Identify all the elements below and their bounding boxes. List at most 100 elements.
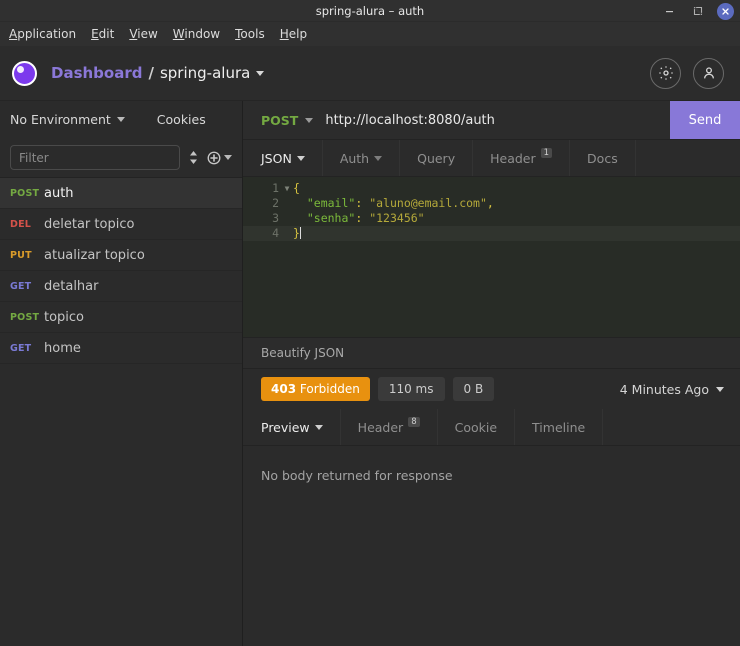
menu-edit-mnemonic: E (91, 27, 99, 41)
breadcrumb-project-name[interactable]: spring-alura (160, 64, 250, 82)
add-request-button[interactable] (207, 151, 232, 165)
request-tabstrip: JSON Auth Query Header 1 Docs (243, 140, 740, 177)
request-item-atualizar-topico[interactable]: PUT atualizar topico (0, 240, 242, 271)
tab-label: Preview (261, 419, 310, 435)
status-badge[interactable]: 403 Forbidden (261, 377, 370, 401)
menu-help[interactable]: Help (273, 24, 314, 44)
tab-query[interactable]: Query (400, 140, 474, 176)
code-text: } (293, 226, 301, 240)
menu-application-rest: pplication (17, 27, 77, 41)
request-item-topico[interactable]: POST topico (0, 302, 242, 333)
tab-header[interactable]: Header 1 (473, 140, 571, 176)
tab-auth[interactable]: Auth (323, 140, 401, 176)
response-body: No body returned for response (243, 446, 740, 646)
workspace: No Environment Cookies Filter POST auth … (0, 101, 740, 646)
chevron-down-icon (716, 386, 724, 392)
response-empty-message: No body returned for response (261, 468, 453, 483)
method-selector[interactable]: POST (243, 101, 325, 139)
chevron-down-icon (314, 424, 323, 430)
code-line: 2 "email": "aluno@email.com", (243, 196, 740, 211)
request-name: topico (44, 309, 85, 325)
menu-window-mnemonic: W (172, 27, 185, 41)
line-number: 3 (272, 211, 279, 225)
response-time[interactable]: 110 ms (377, 377, 445, 401)
menu-window[interactable]: Window (166, 24, 227, 44)
tab-response-header[interactable]: Header 8 (341, 409, 438, 445)
close-icon (722, 7, 729, 15)
code-text: "senha": "123456" (306, 211, 425, 225)
menu-edit[interactable]: Edit (84, 24, 121, 44)
cookies-button[interactable]: Cookies (157, 112, 206, 127)
menu-tools[interactable]: Tools (228, 24, 272, 44)
request-body-editor[interactable]: 1 ▼ { 2 "email": "aluno@email.com", 3 "s… (243, 177, 740, 337)
insomnia-logo-icon (12, 60, 37, 86)
filter-input[interactable] (10, 145, 180, 170)
chevron-down-icon[interactable] (256, 70, 265, 76)
request-method-badge: GET (10, 342, 32, 354)
request-item-detalhar[interactable]: GET detalhar (0, 271, 242, 302)
environment-selector[interactable]: No Environment (10, 112, 125, 127)
code-line: 3 "senha": "123456" (243, 211, 740, 226)
sidebar: No Environment Cookies Filter POST auth … (0, 101, 243, 646)
menu-help-rest: elp (288, 27, 308, 41)
tab-cookie[interactable]: Cookie (438, 409, 516, 445)
line-number: 2 (272, 196, 279, 210)
code-text: { (293, 181, 300, 195)
plus-circle-icon (207, 151, 221, 164)
response-size[interactable]: 0 B (452, 377, 495, 401)
tab-label: Auth (339, 150, 370, 166)
menu-view[interactable]: View (122, 24, 164, 44)
window-title: spring-alura – auth (315, 3, 425, 18)
breadcrumb-dashboard-link[interactable]: Dashboard (51, 64, 142, 82)
tab-label: Header (357, 419, 404, 435)
tab-label: Header (490, 150, 536, 166)
window-controls (661, 0, 734, 22)
maximize-button[interactable] (689, 3, 706, 20)
url-input[interactable] (325, 101, 670, 139)
fold-toggle-icon[interactable]: ▼ (281, 181, 293, 196)
json-value-email: aluno@email.com (376, 196, 480, 210)
account-button[interactable] (693, 57, 724, 89)
sidebar-filter-row (0, 138, 242, 178)
tab-preview[interactable]: Preview (243, 409, 341, 445)
tab-docs[interactable]: Docs (570, 140, 636, 176)
request-list: POST auth DEL deletar topico PUT atualiz… (0, 178, 242, 646)
code-line: 1 ▼ { (243, 181, 740, 196)
method-label: POST (261, 112, 299, 128)
beautify-json-button[interactable]: Beautify JSON (261, 346, 344, 360)
maximize-icon (693, 6, 702, 16)
tab-badge-count: 8 (408, 416, 420, 428)
menu-window-rest: indow (184, 27, 221, 41)
app-header: Dashboard / spring-alura (0, 46, 740, 101)
request-name: deletar topico (44, 216, 135, 232)
sort-icon (190, 151, 197, 164)
request-method-badge: POST (10, 311, 40, 323)
tab-json[interactable]: JSON (243, 140, 323, 176)
breadcrumb-separator: / (148, 64, 154, 82)
window-titlebar: spring-alura – auth (0, 0, 740, 22)
tab-badge-count: 1 (540, 147, 553, 159)
minimize-icon (666, 10, 673, 12)
request-item-home[interactable]: GET home (0, 333, 242, 364)
chevron-down-icon (305, 117, 314, 123)
request-name: home (44, 340, 81, 356)
minimize-button[interactable] (661, 3, 678, 20)
request-item-deletar-topico[interactable]: DEL deletar topico (0, 209, 242, 240)
request-method-badge: POST (10, 187, 40, 199)
send-button[interactable]: Send (670, 101, 740, 139)
request-name: detalhar (44, 278, 99, 294)
settings-button[interactable] (650, 57, 681, 89)
sort-button[interactable] (188, 150, 199, 165)
status-text: Forbidden (299, 382, 360, 396)
text-cursor (299, 227, 301, 239)
code-line: 4 } (243, 226, 740, 241)
tab-label: Docs (587, 150, 618, 166)
request-method-badge: PUT (10, 249, 32, 261)
request-item-auth[interactable]: POST auth (0, 178, 242, 209)
menu-edit-rest: dit (98, 27, 115, 41)
chevron-down-icon (374, 155, 383, 161)
response-history-selector[interactable]: 4 Minutes Ago (620, 382, 724, 397)
menu-application[interactable]: Application (2, 24, 83, 44)
close-button[interactable] (717, 2, 734, 20)
tab-timeline[interactable]: Timeline (515, 409, 604, 445)
